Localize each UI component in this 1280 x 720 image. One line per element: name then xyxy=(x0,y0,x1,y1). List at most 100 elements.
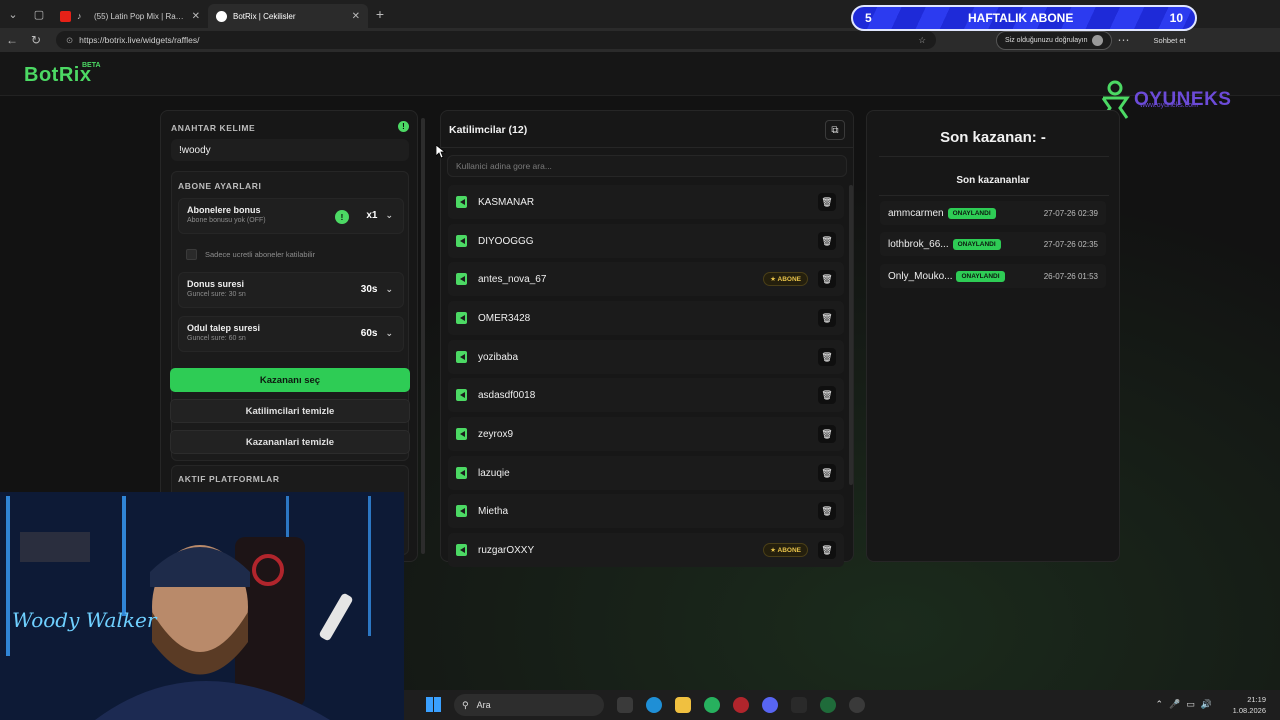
favorite-star-icon[interactable]: ☆ xyxy=(918,35,926,46)
tab-actions-icon[interactable]: ▢ xyxy=(26,0,52,28)
info-icon[interactable]: ! xyxy=(398,121,409,132)
claim-time-title: Odul talep suresi xyxy=(187,323,261,333)
bonus-time-row: Donus suresi Guncel sure: 30 sn 30s ⌄ xyxy=(178,272,404,308)
refresh-icon[interactable]: ↻ xyxy=(24,33,48,47)
delete-icon[interactable]: 🗑 xyxy=(818,270,836,288)
participant-row: asdasdf0018 🗑 xyxy=(448,378,844,412)
winner-row: lothbrok_66... ONAYLANDI 27-07-26 02:35 xyxy=(880,232,1106,256)
settings-scrollbar[interactable] xyxy=(421,118,425,554)
participant-row: DIYOOGGG 🗑 xyxy=(448,224,844,258)
delete-icon[interactable]: 🗑 xyxy=(818,425,836,443)
audio-icon: ♪ xyxy=(77,10,82,21)
delete-icon[interactable]: 🗑 xyxy=(818,348,836,366)
copilot-chat-button[interactable]: Sohbet et xyxy=(1154,36,1186,45)
new-tab-icon[interactable]: + xyxy=(368,6,392,22)
badge-label: ABONE xyxy=(777,276,801,283)
delete-icon[interactable]: 🗑 xyxy=(818,193,836,211)
claim-time-value: 60s xyxy=(360,328,378,339)
participant-name: ruzgarOXXY xyxy=(478,544,535,556)
close-tab-icon[interactable]: ✕ xyxy=(352,11,360,22)
file-explorer-icon[interactable] xyxy=(675,697,691,713)
claim-time-row: Odul talep suresi Guncel sure: 60 sn 60s… xyxy=(178,316,404,352)
claim-time-sub: Guncel sure: 60 sn xyxy=(187,335,246,342)
kick-icon xyxy=(456,235,467,247)
delete-icon[interactable]: 🗑 xyxy=(818,309,836,327)
edge-icon[interactable] xyxy=(646,697,662,713)
kick-icon xyxy=(456,544,467,556)
claim-time-select[interactable]: 60s ⌄ xyxy=(361,328,393,339)
paid-only-option[interactable]: Sadece ucretli aboneler katilabilir xyxy=(178,242,404,266)
subscriber-goal-bar: 5 HAFTALIK ABONE 10 xyxy=(851,5,1197,31)
youtube-icon xyxy=(60,10,71,22)
tab-title: (55) Latin Pop Mix | Radio Hit... xyxy=(94,11,186,21)
bonus-time-title: Donus suresi xyxy=(187,279,245,289)
system-tray-icons[interactable]: ⌃🎤▭🔊 xyxy=(1156,699,1218,710)
pick-winner-button[interactable]: Kazananı seç xyxy=(170,368,410,392)
winner-name: Only_Mouko... xyxy=(888,270,953,282)
paid-only-checkbox[interactable] xyxy=(186,248,197,260)
paid-only-label: Sadece ucretli aboneler katilabilir xyxy=(205,249,316,259)
browser-address-bar: ← ↻ ⊙ https://botrix.live/widgets/raffle… xyxy=(0,28,1280,52)
goal-label: HAFTALIK ABONE xyxy=(968,11,1074,25)
chevron-down-icon: ⌄ xyxy=(385,328,393,338)
app-red-icon[interactable] xyxy=(733,697,749,713)
keyword-input[interactable]: !woody xyxy=(171,139,409,161)
subscriber-badge: ★ ABONE xyxy=(763,272,808,286)
clear-winners-button[interactable]: Kazananlari temizle xyxy=(170,430,410,454)
app-kick-icon[interactable] xyxy=(791,697,807,713)
url-field[interactable]: ⊙ https://botrix.live/widgets/raffles/ ☆ xyxy=(56,31,936,49)
discord-icon[interactable] xyxy=(762,697,778,713)
back-icon[interactable]: ← xyxy=(0,33,24,47)
last-winner-title: Son kazanan: - xyxy=(940,129,1046,146)
close-tab-icon[interactable]: ✕ xyxy=(192,11,200,22)
participant-name: yozibaba xyxy=(478,351,519,363)
bonus-time-select[interactable]: 30s ⌄ xyxy=(361,284,393,295)
participant-row: Mietha 🗑 xyxy=(448,494,844,528)
app-settings-icon[interactable] xyxy=(849,697,865,713)
taskbar-search-label: Ara xyxy=(476,700,491,710)
clear-participants-button[interactable]: Katilimcilari temizle xyxy=(170,399,410,423)
taskbar-search[interactable]: ⚲ Ara xyxy=(454,694,604,716)
kick-icon xyxy=(456,428,467,440)
participant-name: DIYOOGGG xyxy=(478,235,534,247)
chevron-down-icon: ⌄ xyxy=(385,284,393,294)
sub-bonus-info-icon[interactable]: ! xyxy=(335,210,349,224)
clock-time: 21:19 xyxy=(1247,695,1266,704)
tab-title: BotRix | Cekilisler xyxy=(233,11,296,21)
more-menu-icon[interactable]: ⋯ xyxy=(1112,33,1136,47)
recent-winners-title: Son kazananlar xyxy=(956,175,1030,186)
sub-settings-label: ABONE AYARLARI xyxy=(178,181,262,191)
participant-name: asdasdf0018 xyxy=(478,389,536,401)
webcam-streamer-image: Woody Walker xyxy=(0,492,404,720)
participant-name: Mietha xyxy=(478,505,509,517)
tab-list-icon[interactable]: ⌄ xyxy=(0,0,26,28)
bonus-time-sub: Guncel sure: 30 sn xyxy=(187,291,246,298)
kick-icon xyxy=(456,505,467,517)
approved-badge: ONAYLANDI xyxy=(956,270,1005,282)
participant-row: zeyrox9 🗑 xyxy=(448,417,844,451)
verify-button[interactable]: Siz olduğunuzu doğrulayın xyxy=(996,30,1112,50)
subscriber-badge: ★ ABONE xyxy=(763,543,808,557)
tab-youtube[interactable]: ♪ (55) Latin Pop Mix | Radio Hit... ✕ xyxy=(52,4,208,28)
system-clock[interactable]: 21:19 1.08.2026 xyxy=(1233,694,1266,716)
participant-row: ruzgarOXXY ★ ABONE 🗑 xyxy=(448,533,844,567)
sub-bonus-select[interactable]: x1 ⌄ xyxy=(366,210,393,221)
participants-scrollbar[interactable] xyxy=(849,185,853,485)
app-ring-icon[interactable] xyxy=(820,697,836,713)
sub-bonus-title: Abonelere bonus xyxy=(187,205,261,215)
tab-botrix[interactable]: BotRix | Cekilisler ✕ xyxy=(208,4,368,28)
sub-bonus-row: Abonelere bonus Abone bonusu yok (OFF) !… xyxy=(178,198,404,234)
app-green-icon[interactable] xyxy=(704,697,720,713)
copy-icon[interactable]: ⧉ xyxy=(825,120,845,140)
delete-icon[interactable]: 🗑 xyxy=(818,541,836,559)
site-info-icon[interactable]: ⊙ xyxy=(66,35,73,46)
delete-icon[interactable]: 🗑 xyxy=(818,232,836,250)
participant-row: antes_nova_67 ★ ABONE 🗑 xyxy=(448,262,844,296)
task-view-icon[interactable] xyxy=(617,697,633,713)
delete-icon[interactable]: 🗑 xyxy=(818,386,836,404)
winner-name: lothbrok_66... xyxy=(888,238,949,250)
windows-start-icon[interactable] xyxy=(426,697,441,712)
delete-icon[interactable]: 🗑 xyxy=(818,502,836,520)
participant-search-input[interactable]: Kullanici adina gore ara... xyxy=(447,155,847,177)
delete-icon[interactable]: 🗑 xyxy=(818,464,836,482)
